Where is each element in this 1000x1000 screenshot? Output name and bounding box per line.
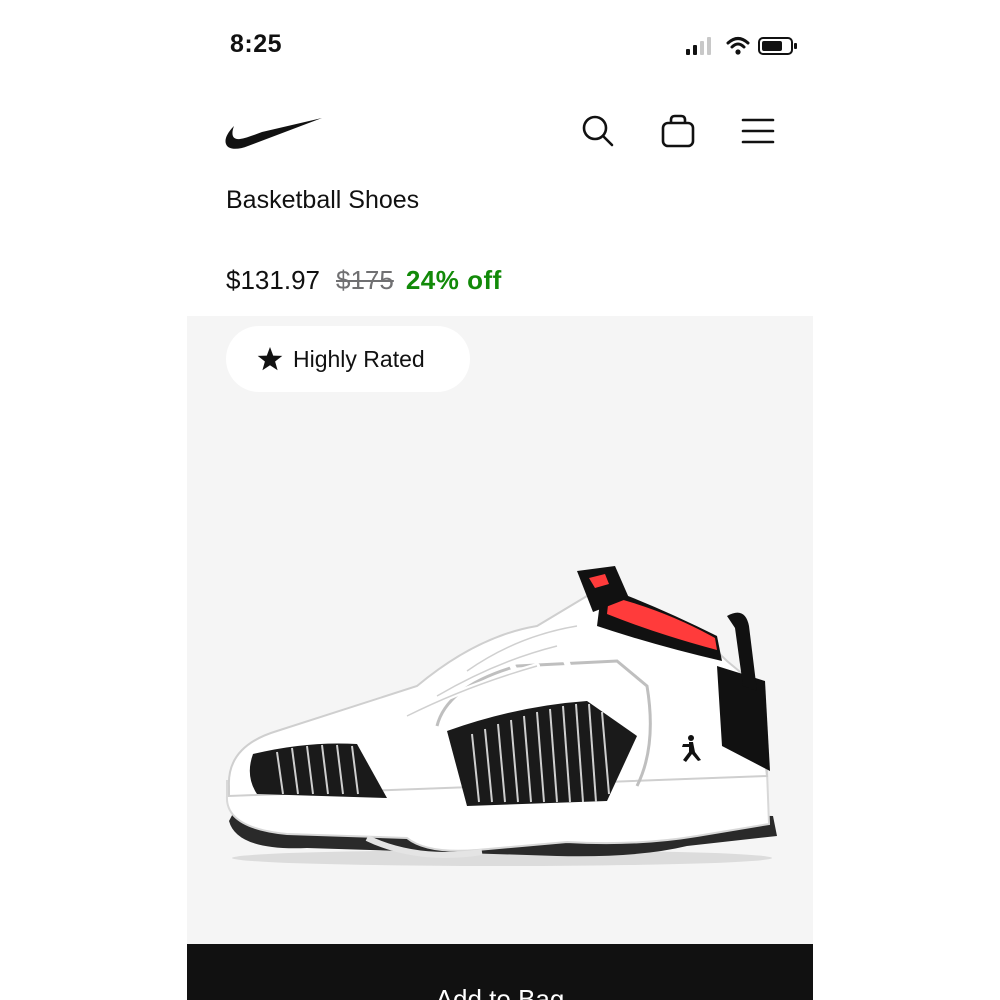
product-category: Basketball Shoes [226, 186, 420, 214]
bag-icon[interactable] [660, 113, 696, 149]
price-row: $131.97 $175 24% off [226, 265, 502, 296]
badge-label: Highly Rated [293, 345, 425, 372]
battery-icon [758, 37, 797, 55]
status-icons [684, 36, 800, 58]
search-icon[interactable] [579, 113, 615, 149]
star-icon [257, 347, 283, 371]
add-to-bag-label: Add to Bag [435, 984, 565, 1000]
nike-swoosh-logo[interactable] [224, 114, 324, 154]
menu-icon[interactable] [740, 113, 776, 149]
original-price: $175 [335, 265, 394, 295]
product-image-area[interactable]: Highly Rated [187, 316, 813, 946]
add-to-bag-button[interactable]: Add to Bag [187, 944, 813, 1000]
current-price: $131.97 [226, 265, 320, 295]
discount-label: 24% off [405, 265, 502, 295]
signal-icon [686, 37, 711, 55]
product-screen: 8:25 Basketball Shoes $131.97 $175 24% o… [0, 0, 1000, 1000]
shoe-product-image [225, 566, 777, 866]
highly-rated-badge: Highly Rated [226, 326, 470, 392]
status-time: 8:25 [230, 30, 283, 58]
wifi-icon [726, 37, 750, 55]
